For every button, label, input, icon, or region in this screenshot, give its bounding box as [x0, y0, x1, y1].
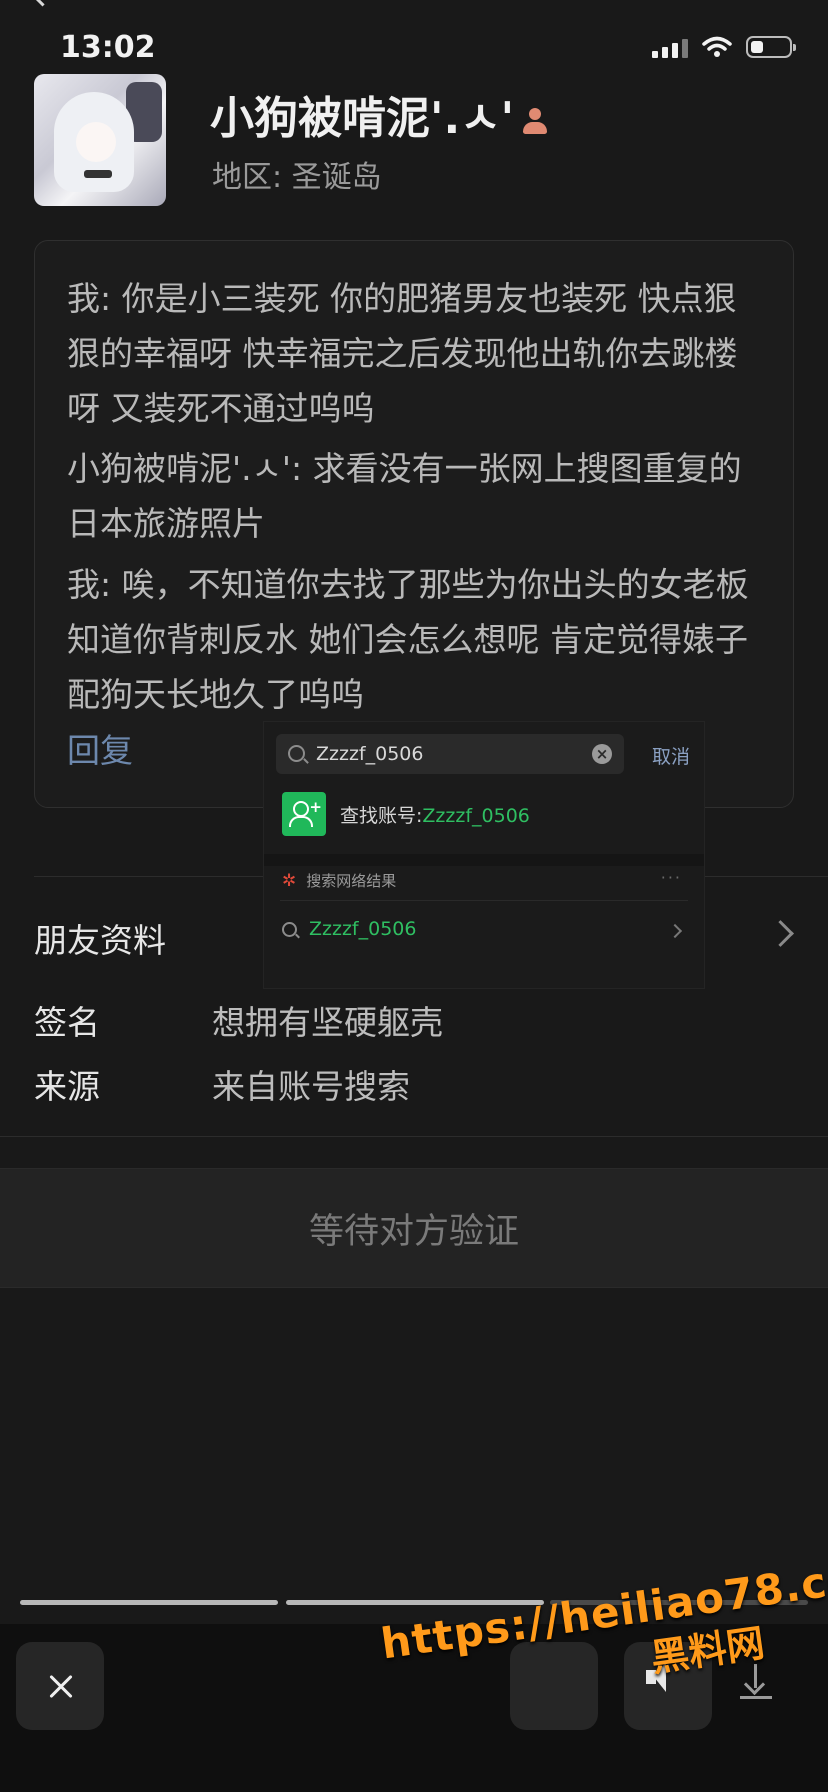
- reply-link[interactable]: 回复: [67, 724, 133, 772]
- clear-icon[interactable]: ×: [592, 744, 612, 764]
- signature-label: 签名: [34, 1003, 100, 1042]
- source-label: 来源: [34, 1067, 100, 1106]
- back-chevron-icon[interactable]: [30, 0, 55, 7]
- status-time: 13:02: [60, 30, 156, 65]
- region-text: 地区: 圣诞岛: [212, 160, 382, 195]
- nickname: 小狗被啃泥'.ㅅ': [210, 93, 515, 144]
- source-value: 来自账号搜索: [212, 1067, 410, 1106]
- gender-female-icon: [520, 106, 550, 136]
- find-account-text: 查找账号:Zzzzf_0506: [340, 801, 530, 828]
- progress-segment-1: [20, 1600, 278, 1605]
- web-results-label: 搜索网络结果: [306, 872, 397, 890]
- find-account-row[interactable]: + 查找账号:Zzzzf_0506: [282, 792, 530, 836]
- message-2: 小狗被啃泥'.ㅅ': 求看没有一张网上搜图重复的日本旅游照片: [67, 449, 742, 543]
- web-results-header: ✲ 搜索网络结果: [282, 870, 396, 891]
- status-icons: [652, 36, 796, 58]
- message-3: 我: 唉，不知道你去找了那些为你出头的女老板知道你背刺反水 她们会怎么想呢 肯定…: [67, 565, 749, 714]
- signal-icon: [652, 36, 688, 58]
- divider: [280, 900, 688, 901]
- search-input[interactable]: Zzzzf_0506 ×: [276, 734, 624, 774]
- signature-value: 想拥有坚硬躯壳: [212, 1003, 443, 1042]
- chevron-right-icon: [667, 923, 683, 939]
- awaiting-verification-label: 等待对方验证: [308, 1211, 519, 1252]
- web-search-icon: ✲: [282, 870, 297, 891]
- add-contact-icon: +: [282, 792, 326, 836]
- search-icon: [288, 745, 305, 762]
- more-icon[interactable]: ···: [661, 868, 682, 887]
- find-account-value: Zzzzf_0506: [422, 804, 530, 827]
- close-button[interactable]: [16, 1642, 104, 1730]
- nickname-row: 小狗被啃泥'.ㅅ': [210, 82, 550, 146]
- wifi-icon: [702, 36, 732, 57]
- chevron-right-icon[interactable]: [767, 920, 794, 947]
- cancel-button[interactable]: 取消: [652, 742, 690, 769]
- divider: [0, 1136, 828, 1137]
- section-separator: [264, 854, 704, 866]
- search-query: Zzzzf_0506: [316, 743, 424, 765]
- web-result-text: Zzzzf_0506: [309, 918, 417, 940]
- find-account-prefix: 查找账号:: [340, 804, 423, 827]
- message-1: 我: 你是小三装死 你的肥猪男友也装死 快点狠狠的幸福呀 快幸福完之后发现他出轨…: [67, 279, 738, 428]
- avatar[interactable]: [34, 74, 166, 206]
- battery-icon: [746, 36, 796, 58]
- awaiting-verification-button[interactable]: 等待对方验证: [0, 1168, 828, 1288]
- web-result-row[interactable]: Zzzzf_0506: [282, 918, 416, 940]
- search-icon: [282, 921, 297, 937]
- friend-info-label[interactable]: 朋友资料: [34, 914, 166, 962]
- search-overlay: Zzzzf_0506 × 取消 + 查找账号:Zzzzf_0506 ✲ 搜索网络…: [264, 722, 704, 988]
